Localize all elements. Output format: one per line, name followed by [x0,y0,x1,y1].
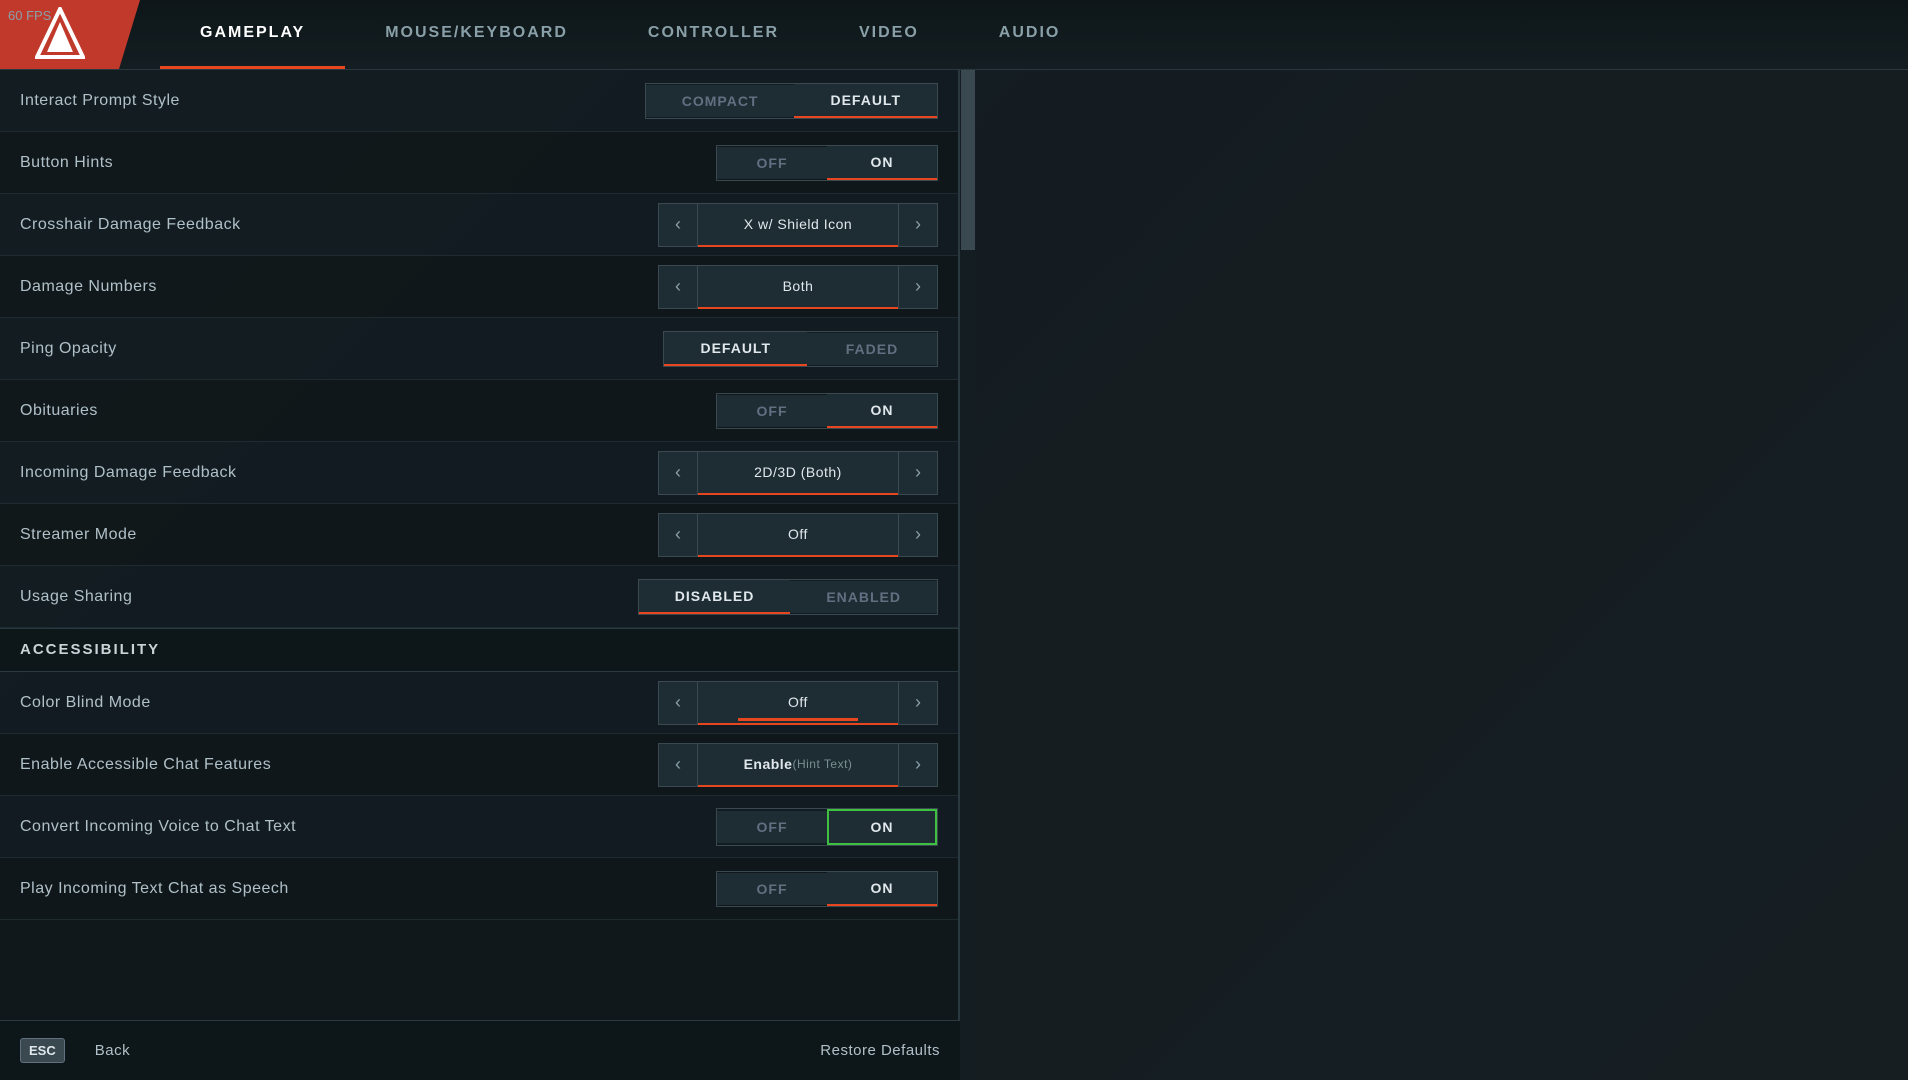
option-default-ping[interactable]: Default [664,332,807,366]
setting-row-color-blind: Color Blind Mode ‹ Off › [0,672,958,734]
label-accessible-chat: Enable Accessible Chat Features [20,756,271,774]
label-text-to-speech: Play Incoming Text Chat as Speech [20,880,289,898]
settings-panel: Interact Prompt Style Compact Default Bu… [0,70,960,1080]
bottom-bar: ESC Back Restore Defaults [0,1020,960,1080]
value-streamer-mode: Off [698,513,898,557]
control-accessible-chat: ‹ Enable (Hint Text) › [658,743,938,787]
label-voice-to-text: Convert Incoming Voice to Chat Text [20,818,296,836]
setting-row-text-to-speech: Play Incoming Text Chat as Speech Off On [0,858,958,920]
control-damage-numbers: ‹ Both › [658,265,938,309]
arrow-right-streamer[interactable]: › [898,513,938,557]
tab-video[interactable]: VIDEO [819,0,959,69]
fps-counter: 60 FPS [8,8,51,23]
scrollbar-track[interactable] [960,70,976,1080]
label-damage-numbers: Damage Numbers [20,278,157,296]
label-ping-opacity: Ping Opacity [20,340,117,358]
arrow-left-crosshair[interactable]: ‹ [658,203,698,247]
control-crosshair-damage: ‹ X w/ Shield Icon › [658,203,938,247]
setting-row-voice-to-text: Convert Incoming Voice to Chat Text Off … [0,796,958,858]
value-crosshair-damage: X w/ Shield Icon [698,203,898,247]
control-incoming-damage: ‹ 2D/3D (Both) › [658,451,938,495]
control-color-blind: ‹ Off › [658,681,938,725]
toggle-off-button-hints[interactable]: Off [717,147,827,179]
label-incoming-damage: Incoming Damage Feedback [20,464,237,482]
section-header-accessibility: ACCESSIBILITY [0,628,958,672]
value-color-blind: Off [698,681,898,725]
toggle-default[interactable]: Default [794,84,937,118]
restore-defaults-action[interactable]: Restore Defaults [820,1042,940,1059]
main-content: Interact Prompt Style Compact Default Bu… [0,70,1908,1080]
control-voice-to-text: Off On [716,808,938,846]
option-disabled-usage[interactable]: Disabled [639,580,791,614]
toggle-compact[interactable]: Compact [646,85,795,117]
arrow-left-incoming-damage[interactable]: ‹ [658,451,698,495]
control-interact-prompt-style: Compact Default [645,83,938,119]
value-incoming-damage: 2D/3D (Both) [698,451,898,495]
tab-audio[interactable]: AUDIO [959,0,1101,69]
setting-row-streamer-mode: Streamer Mode ‹ Off › [0,504,958,566]
settings-scroll[interactable]: Interact Prompt Style Compact Default Bu… [0,70,958,1080]
toggle-off-obituaries[interactable]: Off [717,395,827,427]
label-obituaries: Obituaries [20,402,98,420]
nav-tabs: GAMEPLAY MOUSE/KEYBOARD CONTROLLER VIDEO… [160,0,1100,69]
toggle-off-voice-to-text[interactable]: Off [717,811,827,843]
control-obituaries: Off On [716,393,938,429]
arrow-right-incoming-damage[interactable]: › [898,451,938,495]
label-usage-sharing: Usage Sharing [20,588,132,606]
control-text-to-speech: Off On [716,871,938,907]
setting-row-button-hints: Button Hints Off On [0,132,958,194]
arrow-left-damage-numbers[interactable]: ‹ [658,265,698,309]
control-usage-sharing: Disabled Enabled [638,579,938,615]
tab-controller[interactable]: CONTROLLER [608,0,819,69]
control-streamer-mode: ‹ Off › [658,513,938,557]
tab-gameplay[interactable]: GAMEPLAY [160,0,345,69]
value-damage-numbers: Both [698,265,898,309]
hint-text-accessible-chat: (Hint Text) [792,757,852,771]
arrow-right-accessible-chat[interactable]: › [898,743,938,787]
toggle-off-text-to-speech[interactable]: Off [717,873,827,905]
setting-row-usage-sharing: Usage Sharing Disabled Enabled [0,566,958,628]
arrow-left-accessible-chat[interactable]: ‹ [658,743,698,787]
arrow-right-crosshair[interactable]: › [898,203,938,247]
toggle-on-obituaries[interactable]: On [827,394,937,428]
toggle-on-text-to-speech[interactable]: On [827,872,937,906]
setting-row-incoming-damage: Incoming Damage Feedback ‹ 2D/3D (Both) … [0,442,958,504]
scrollbar-thumb[interactable] [961,70,975,250]
toggle-on-button-hints[interactable]: On [827,146,937,180]
option-faded-ping[interactable]: Faded [807,333,937,365]
back-action[interactable]: Back [95,1042,130,1059]
toggle-on-voice-to-text[interactable]: On [827,809,937,845]
label-button-hints: Button Hints [20,154,113,172]
esc-key[interactable]: ESC [20,1038,65,1063]
tab-mouse-keyboard[interactable]: MOUSE/KEYBOARD [345,0,608,69]
arrow-right-damage-numbers[interactable]: › [898,265,938,309]
section-title-accessibility: ACCESSIBILITY [20,641,160,658]
setting-row-interact-prompt-style: Interact Prompt Style Compact Default [0,70,958,132]
setting-row-damage-numbers: Damage Numbers ‹ Both › [0,256,958,318]
right-area [976,70,1908,1080]
option-enabled-usage[interactable]: Enabled [790,581,937,613]
label-streamer-mode: Streamer Mode [20,526,137,544]
arrow-right-color-blind[interactable]: › [898,681,938,725]
label-interact-prompt-style: Interact Prompt Style [20,92,180,110]
arrow-left-color-blind[interactable]: ‹ [658,681,698,725]
top-nav: GAMEPLAY MOUSE/KEYBOARD CONTROLLER VIDEO… [0,0,1908,70]
label-crosshair-damage: Crosshair Damage Feedback [20,216,241,234]
arrow-left-streamer[interactable]: ‹ [658,513,698,557]
setting-row-ping-opacity: Ping Opacity Default Faded [0,318,958,380]
setting-row-accessible-chat: Enable Accessible Chat Features ‹ Enable… [0,734,958,796]
value-accessible-chat: Enable (Hint Text) [698,743,898,787]
label-color-blind: Color Blind Mode [20,694,151,712]
control-button-hints: Off On [716,145,938,181]
setting-row-crosshair-damage: Crosshair Damage Feedback ‹ X w/ Shield … [0,194,958,256]
setting-row-obituaries: Obituaries Off On [0,380,958,442]
control-ping-opacity: Default Faded [663,331,938,367]
